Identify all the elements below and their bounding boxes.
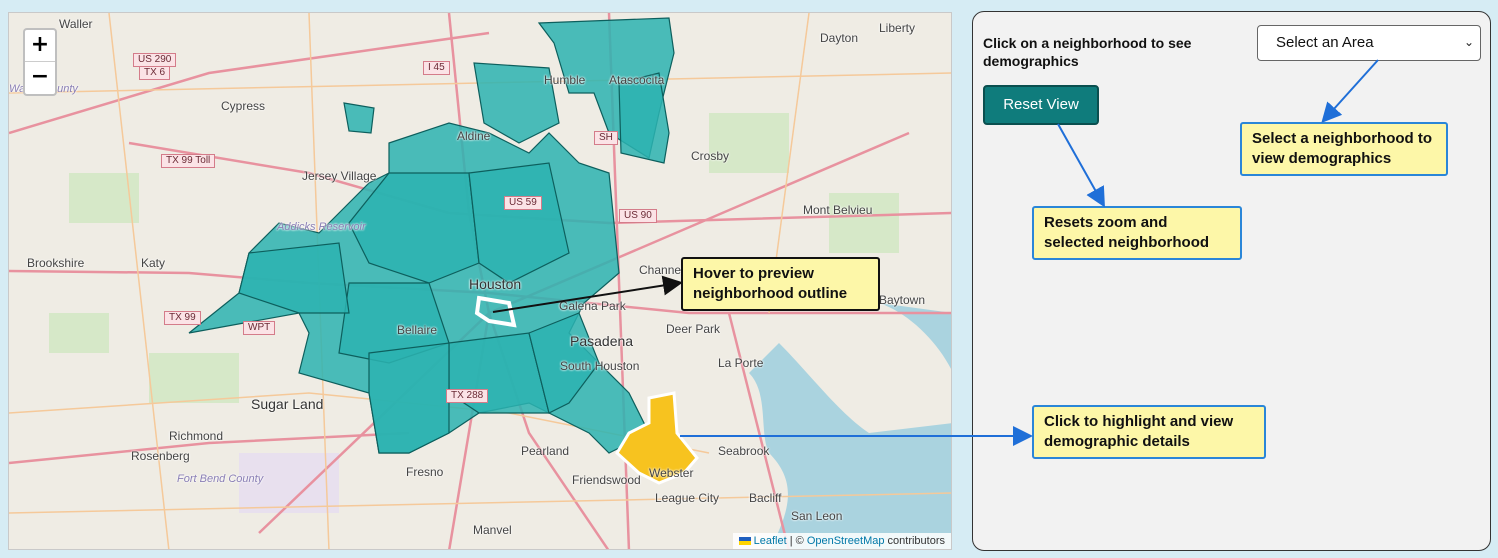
place-label: Crosby bbox=[691, 149, 730, 163]
place-label: Katy bbox=[141, 256, 166, 270]
area-select[interactable]: Select an Area ⌄ bbox=[1257, 25, 1481, 61]
place-label: Rosenberg bbox=[131, 449, 190, 463]
place-label: Manvel bbox=[473, 523, 512, 537]
place-label: Cypress bbox=[221, 99, 266, 113]
chevron-down-icon: ⌄ bbox=[1463, 35, 1474, 49]
route-shield: WPT bbox=[243, 321, 276, 335]
place-label: Webster bbox=[649, 466, 694, 480]
place-label: Brookshire bbox=[27, 256, 85, 270]
place-label: Richmond bbox=[169, 429, 224, 443]
neighborhood-polygons bbox=[188, 17, 675, 454]
place-label: Humble bbox=[544, 73, 586, 87]
place-label: Galena Park bbox=[559, 299, 626, 313]
callout-reset: Resets zoom and selected neighborhood bbox=[1032, 206, 1242, 260]
route-shield: US 90 bbox=[619, 209, 657, 223]
route-shield: TX 6 bbox=[139, 66, 171, 80]
place-label: Bellaire bbox=[397, 323, 438, 337]
place-label: Atascocita bbox=[609, 73, 665, 87]
zoom-control: + − bbox=[23, 28, 57, 96]
place-label: Deer Park bbox=[666, 322, 721, 336]
callout-hover: Hover to preview neighborhood outline bbox=[681, 257, 880, 311]
place-label: San Leon bbox=[791, 509, 843, 523]
place-label: Dayton bbox=[820, 31, 859, 45]
place-label: Aldine bbox=[457, 129, 491, 143]
route-shield: US 290 bbox=[133, 53, 177, 67]
place-label: Jersey Village bbox=[302, 169, 377, 183]
place-label: League City bbox=[655, 491, 720, 505]
leaflet-link[interactable]: Leaflet bbox=[754, 535, 787, 547]
route-shield: TX 99 bbox=[164, 311, 201, 325]
control-panel: Click on a neighborhood to see demograph… bbox=[972, 11, 1491, 551]
galveston-bay bbox=[749, 343, 951, 549]
county-label: Addicks Reservoir bbox=[277, 221, 366, 233]
instruction-text: Click on a neighborhood to see demograph… bbox=[983, 35, 1192, 69]
place-label: Sugar Land bbox=[251, 396, 324, 412]
zoom-in-button[interactable]: + bbox=[25, 30, 55, 62]
place-label: Liberty bbox=[879, 21, 916, 35]
place-label: La Porte bbox=[718, 356, 764, 370]
place-label: Pasadena bbox=[570, 333, 634, 349]
route-shield: US 59 bbox=[504, 196, 542, 210]
ukraine-flag-icon bbox=[738, 537, 751, 546]
place-label: Fresno bbox=[406, 465, 444, 479]
osm-link[interactable]: OpenStreetMap bbox=[807, 535, 885, 547]
route-shield: TX 288 bbox=[446, 389, 489, 403]
zoom-out-button[interactable]: − bbox=[25, 62, 55, 94]
place-label: Seabrook bbox=[718, 444, 770, 458]
place-label: Friendswood bbox=[572, 473, 641, 487]
reset-view-button[interactable]: Reset View bbox=[983, 85, 1099, 125]
place-label: Waller bbox=[59, 17, 93, 31]
callout-click: Click to highlight and view demographic … bbox=[1032, 405, 1266, 459]
callout-select: Select a neighborhood to view demographi… bbox=[1240, 122, 1448, 176]
place-label: Pearland bbox=[521, 444, 570, 458]
area-select-value: Select an Area bbox=[1276, 34, 1374, 51]
route-shield: I 45 bbox=[423, 61, 450, 75]
route-shield: TX 99 Toll bbox=[161, 154, 216, 168]
place-label: Houston bbox=[469, 276, 522, 292]
map-attribution: Leaflet | © OpenStreetMap contributors bbox=[732, 533, 951, 549]
place-label: South Houston bbox=[560, 359, 640, 373]
attribution-sep: | © bbox=[786, 535, 807, 547]
attribution-rest: contributors bbox=[884, 535, 945, 547]
place-label: Bacliff bbox=[749, 491, 782, 505]
route-shield: SH bbox=[594, 131, 618, 145]
county-label: Fort Bend County bbox=[177, 473, 264, 485]
place-label: Baytown bbox=[879, 293, 926, 307]
place-label: Mont Belvieu bbox=[803, 203, 873, 217]
